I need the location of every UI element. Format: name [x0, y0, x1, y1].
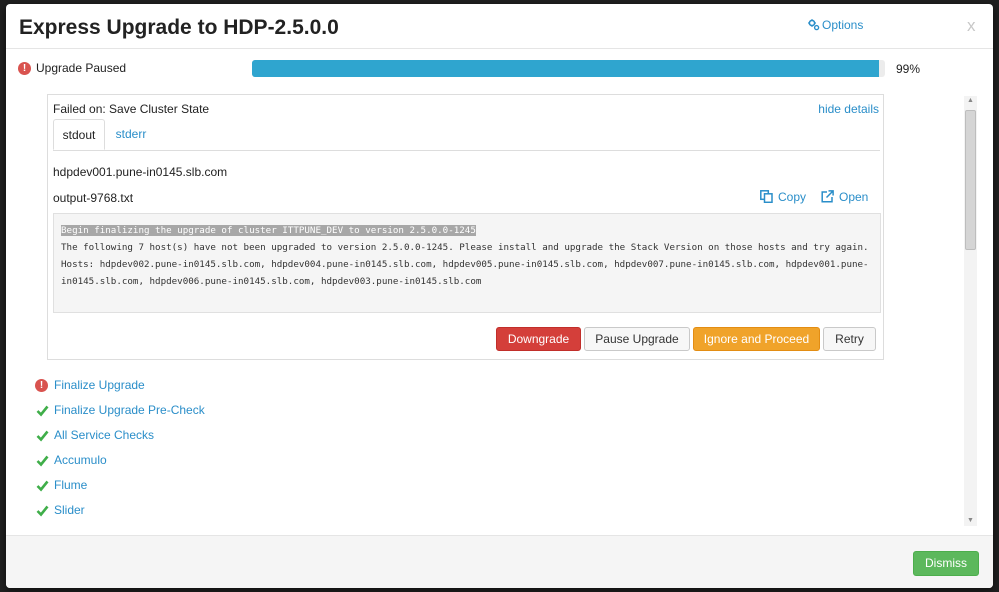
check-icon	[36, 455, 49, 467]
log-line: The following 7 host(s) have not been up…	[61, 242, 869, 253]
step-label[interactable]: Accumulo	[54, 453, 107, 467]
check-icon	[36, 505, 49, 517]
step-label[interactable]: Flume	[54, 478, 87, 492]
tab-stdout[interactable]: stdout	[53, 119, 105, 150]
open-link[interactable]: Open	[821, 190, 868, 204]
progress-percent: 99%	[896, 62, 921, 76]
pause-upgrade-button[interactable]: Pause Upgrade	[584, 327, 690, 351]
retry-button[interactable]: Retry	[823, 327, 876, 351]
vertical-scrollbar[interactable]: ▲ ▼	[964, 96, 977, 526]
close-button[interactable]: x	[967, 16, 976, 36]
failed-on-text: Failed on: Save Cluster State	[53, 102, 210, 116]
step-label[interactable]: All Service Checks	[54, 428, 154, 442]
scroll-thumb[interactable]	[965, 110, 976, 250]
copy-link[interactable]: Copy	[760, 190, 806, 204]
output-tabs: stdout stderr	[53, 117, 880, 151]
scroll-up-arrow-icon[interactable]: ▲	[964, 96, 977, 106]
scroll-down-arrow-icon[interactable]: ▼	[964, 516, 977, 526]
modal-header: Express Upgrade to HDP-2.5.0.0 Options x	[6, 4, 993, 49]
step-label[interactable]: Slider	[54, 503, 85, 517]
upgrade-modal: Express Upgrade to HDP-2.5.0.0 Options x…	[6, 4, 993, 588]
upgrade-progress-bar	[252, 60, 885, 77]
external-link-icon	[821, 190, 834, 203]
dismiss-button[interactable]: Dismiss	[913, 551, 979, 576]
host-name: hdpdev001.pune-in0145.slb.com	[53, 165, 228, 179]
upgrade-status-row: ! Upgrade Paused 99%	[6, 58, 993, 80]
options-link[interactable]: Options	[808, 18, 863, 32]
check-icon	[36, 405, 49, 417]
open-label: Open	[839, 190, 869, 204]
gears-icon	[808, 19, 820, 31]
modal-footer: Dismiss	[6, 535, 993, 588]
log-output: Begin finalizing the upgrade of cluster …	[53, 213, 881, 313]
hide-details-link[interactable]: hide details	[818, 102, 879, 116]
step-label[interactable]: Finalize Upgrade	[54, 378, 145, 392]
copy-icon	[760, 190, 773, 204]
alert-circle-icon: !	[35, 379, 48, 392]
ignore-and-proceed-button[interactable]: Ignore and Proceed	[693, 327, 820, 351]
log-selected-line: Begin finalizing the upgrade of cluster …	[61, 225, 476, 236]
downgrade-button[interactable]: Downgrade	[496, 327, 581, 351]
upgrade-status-text: Upgrade Paused	[36, 61, 127, 75]
alert-circle-icon: !	[18, 62, 31, 75]
check-icon	[36, 480, 49, 492]
failed-task-details: Failed on: Save Cluster State hide detai…	[47, 94, 884, 360]
step-label[interactable]: Finalize Upgrade Pre-Check	[54, 403, 205, 417]
tab-stderr[interactable]: stderr	[105, 119, 157, 150]
copy-label: Copy	[778, 190, 807, 204]
log-line: Hosts: hdpdev002.pune-in0145.slb.com, hd…	[61, 259, 869, 287]
progress-fill	[252, 60, 879, 77]
check-icon	[36, 430, 49, 442]
modal-title: Express Upgrade to HDP-2.5.0.0	[19, 16, 339, 39]
options-label: Options	[822, 18, 864, 32]
output-file-name: output-9768.txt	[53, 191, 134, 205]
